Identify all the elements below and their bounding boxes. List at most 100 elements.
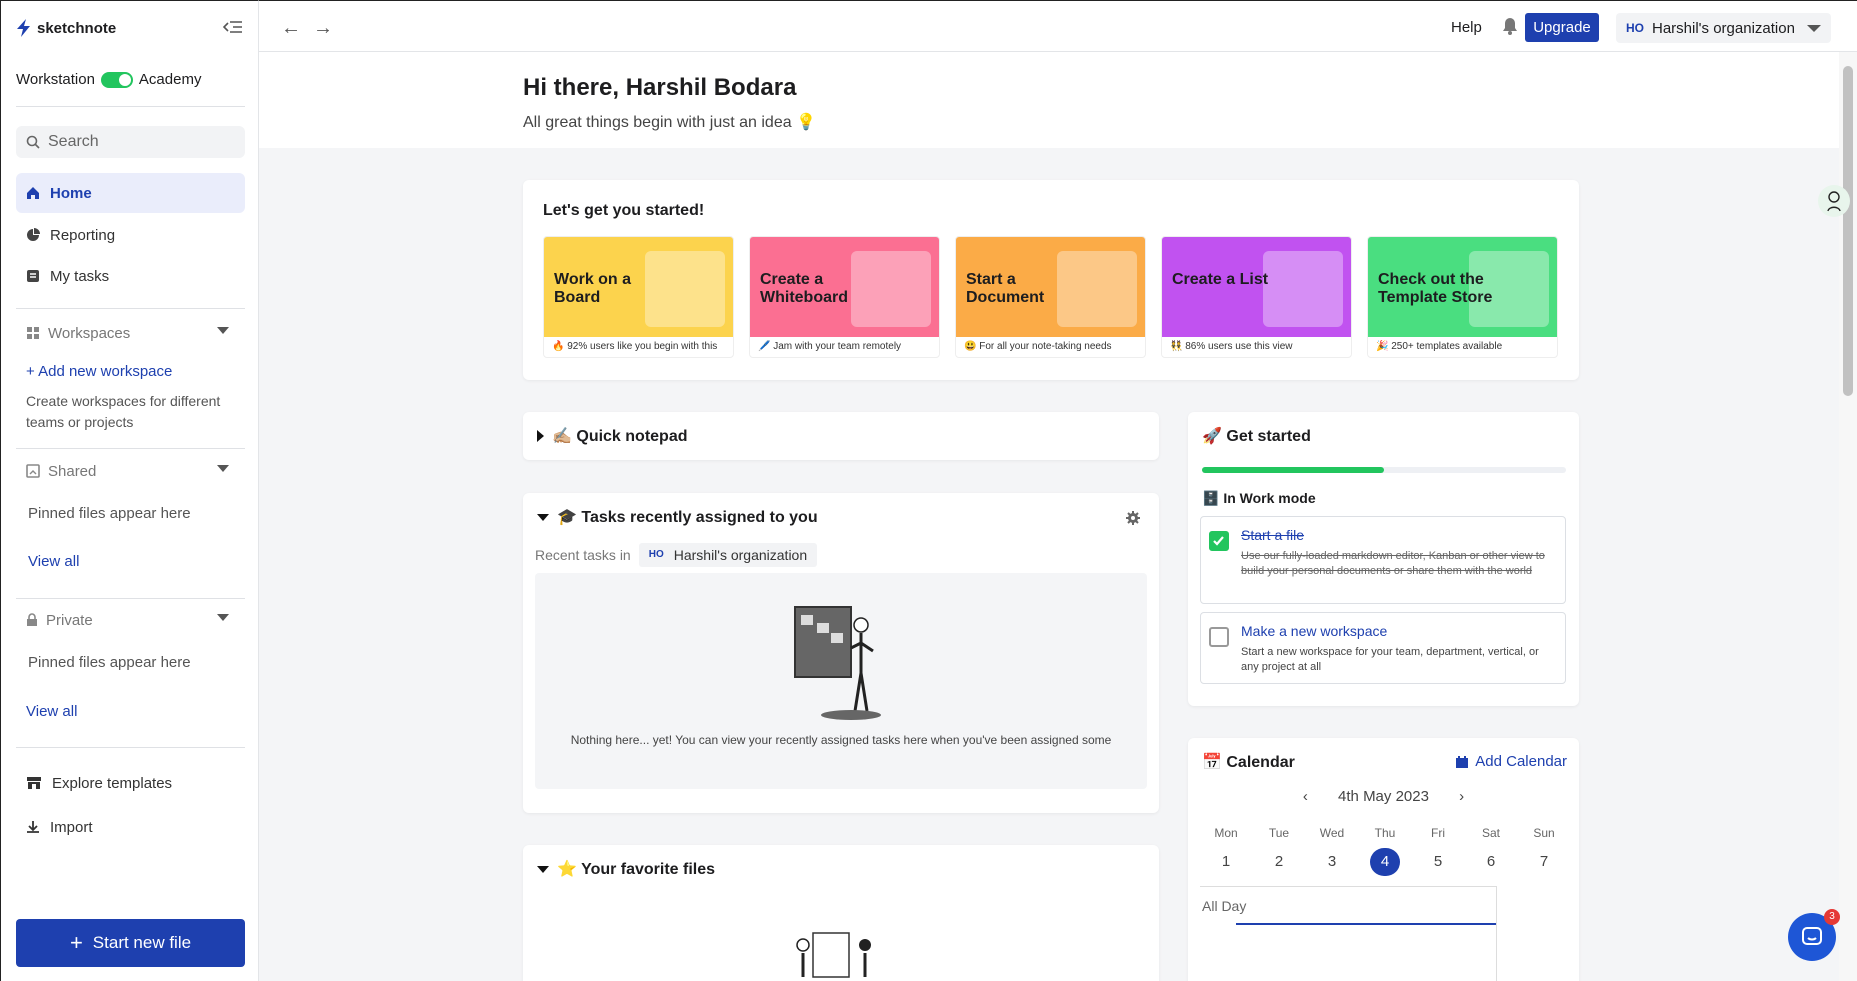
top-bar: ← → Help Upgrade HO Harshil's organizati… [259,0,1857,52]
app-name: sketchnote [37,19,117,37]
onboarding-progress [1202,467,1566,473]
shared-section-header[interactable]: Shared [16,459,245,483]
calendar-day[interactable]: 5 [1420,848,1456,876]
get-started-tiles-card: Let's get you started! Work on a Board 🔥 … [523,180,1579,380]
calendar-card: 📅 Calendar Add Calendar ‹ 4th May 2023 ›… [1188,738,1579,981]
tile-label: Check out the Template Store [1378,271,1493,306]
org-badge: HO [648,549,664,560]
checklist-item-start-file[interactable]: Start a file Use our fully-loaded markdo… [1200,516,1566,604]
collapse-caret-icon[interactable] [537,513,549,521]
mode-left-label: Workstation [16,71,95,88]
org-switcher[interactable]: HO Harshil's organization [1616,13,1831,43]
back-arrow-icon[interactable]: ← [281,17,301,40]
upgrade-button[interactable]: Upgrade [1525,13,1599,42]
explore-templates-item[interactable]: Explore templates [16,763,245,803]
sidebar-item-reporting[interactable]: Reporting [16,215,245,255]
org-badge: HO [1626,21,1644,35]
weekday-label: Tue [1268,826,1290,840]
calendar-day[interactable]: 6 [1473,848,1509,876]
checklist-item-title: Start a file [1241,527,1305,543]
prev-week-button[interactable]: ‹ [1303,788,1308,805]
start-tile[interactable]: Create a List 👯 86% users use this view [1161,236,1352,358]
collapse-caret-icon[interactable] [537,865,549,873]
weekday-label: Mon [1214,826,1238,840]
search-input[interactable]: Search [16,126,245,158]
workspaces-hint: Create workspaces for different teams or… [26,393,221,430]
assigned-tasks-card: 🎓 Tasks recently assigned to you Recent … [523,493,1159,813]
chat-icon [1802,927,1822,945]
weekday-header: Mon Tue Wed Thu Fri Sat Sun [1202,826,1568,840]
collapse-sidebar-icon[interactable] [223,19,243,35]
plus-icon: + [69,930,83,955]
checklist-item-new-workspace[interactable]: Make a new workspace Start a new workspa… [1200,612,1566,684]
next-week-button[interactable]: › [1459,788,1464,805]
chat-launcher-button[interactable]: 3 [1788,909,1840,961]
shared-view-all-link[interactable]: View all [28,551,248,572]
download-icon [27,821,39,833]
expand-caret-icon[interactable] [537,430,544,442]
calendar-day[interactable]: 7 [1526,848,1562,876]
empty-state-text: Nothing here... yet! You can view your r… [570,733,1112,747]
greeting-banner: Hi there, Harshil Bodara All great thing… [259,52,1839,148]
calendar-day[interactable]: 3 [1314,848,1350,876]
import-item[interactable]: Import [16,807,245,847]
chevron-down-icon[interactable] [217,327,229,334]
checkbox-checked[interactable] [1209,531,1229,551]
search-placeholder: Search [48,133,99,150]
avatar[interactable] [1818,185,1850,217]
chevron-down-icon[interactable] [217,465,229,472]
private-section-header[interactable]: Private [16,608,245,632]
all-day-label: All Day [1202,898,1247,914]
pie-chart-icon [27,228,40,241]
tile-banner: Start a Document [956,237,1145,337]
weekday-label: Sat [1481,826,1500,840]
tile-banner: Create a Whiteboard [750,237,939,337]
start-tile[interactable]: Create a Whiteboard 🖊️ Jam with your team… [749,236,940,358]
org-filter-chip[interactable]: HO Harshil's organization [638,543,818,567]
workspaces-section-header[interactable]: Workspaces [16,321,245,345]
private-view-all-link[interactable]: View all [26,701,246,722]
sidebar-item-home[interactable]: Home [16,173,245,213]
add-calendar-button[interactable]: Add Calendar [1455,753,1567,770]
empty-illustration [794,606,881,720]
mode-switch[interactable] [100,71,133,88]
start-tile[interactable]: Check out the Template Store 🎉 250+ templ… [1367,236,1558,358]
workspaces-label: Workspaces [48,324,131,342]
calendar-day-today[interactable]: 4 [1370,848,1400,876]
grid-icon [27,327,39,339]
checklist-item-title: Make a new workspace [1241,623,1388,639]
start-tile[interactable]: Work on a Board 🔥 92% users like you begi… [543,236,734,358]
add-workspace-link[interactable]: + Add new workspace [26,361,246,382]
sidebar: sketchnote Workstation Academy Search Ho… [0,0,259,981]
favorite-files-card: ⭐ Your favorite files [523,845,1159,981]
quick-notepad-card[interactable]: ✍🏼 Quick notepad [523,412,1159,460]
tile-caption: 🎉 250+ templates available [1376,341,1503,352]
scrollbar-thumb[interactable] [1843,66,1853,396]
mode-toggle[interactable]: Workstation Academy [16,71,201,88]
calendar-date-label: 4th May 2023 [1338,788,1429,805]
chevron-down-icon[interactable] [217,614,229,621]
lock-icon [27,613,37,626]
forward-arrow-icon[interactable]: → [313,17,333,40]
shared-icon [26,464,40,478]
sidebar-item-my-tasks[interactable]: My tasks [16,256,245,296]
page-subtitle: All great things begin with just an idea… [523,114,816,131]
gear-icon[interactable] [1125,510,1141,526]
app-logo[interactable]: sketchnote [17,19,116,37]
divider [16,448,245,449]
help-link[interactable]: Help [1451,19,1482,36]
bell-icon[interactable] [1502,17,1518,35]
progress-fill [1202,467,1384,473]
sidebar-item-label: Reporting [50,226,116,244]
calendar-day[interactable]: 1 [1208,848,1244,876]
chevron-down-icon [1807,25,1821,32]
start-tile[interactable]: Start a Document 😃 For all your note-taki… [955,236,1146,358]
calendar-day[interactable]: 2 [1261,848,1297,876]
search-icon [26,135,40,149]
sidebar-item-label: Home [50,184,92,202]
checkbox-unchecked[interactable] [1209,627,1229,647]
person-icon [1827,191,1841,212]
import-label: Import [50,818,93,836]
empty-state: Nothing here... yet! You can view your r… [535,573,1147,789]
start-new-file-button[interactable]: + Start new file [16,919,245,967]
